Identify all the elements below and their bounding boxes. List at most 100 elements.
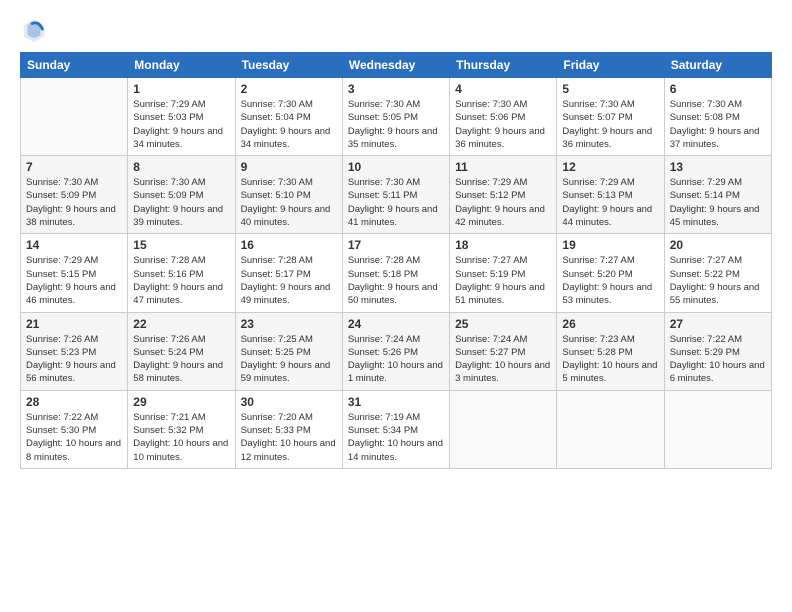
day-number: 17	[348, 238, 444, 252]
calendar-cell: 21 Sunrise: 7:26 AMSunset: 5:23 PMDaylig…	[21, 312, 128, 390]
calendar-cell: 2 Sunrise: 7:30 AMSunset: 5:04 PMDayligh…	[235, 78, 342, 156]
day-info: Sunrise: 7:27 AMSunset: 5:22 PMDaylight:…	[670, 254, 766, 307]
day-number: 11	[455, 160, 551, 174]
day-info: Sunrise: 7:22 AMSunset: 5:29 PMDaylight:…	[670, 333, 766, 386]
weekday-header-monday: Monday	[128, 53, 235, 78]
day-info: Sunrise: 7:19 AMSunset: 5:34 PMDaylight:…	[348, 411, 444, 464]
calendar-cell: 24 Sunrise: 7:24 AMSunset: 5:26 PMDaylig…	[342, 312, 449, 390]
day-info: Sunrise: 7:27 AMSunset: 5:20 PMDaylight:…	[562, 254, 658, 307]
day-number: 7	[26, 160, 122, 174]
calendar-cell: 23 Sunrise: 7:25 AMSunset: 5:25 PMDaylig…	[235, 312, 342, 390]
calendar-cell: 8 Sunrise: 7:30 AMSunset: 5:09 PMDayligh…	[128, 156, 235, 234]
day-info: Sunrise: 7:28 AMSunset: 5:16 PMDaylight:…	[133, 254, 229, 307]
day-number: 25	[455, 317, 551, 331]
day-info: Sunrise: 7:28 AMSunset: 5:17 PMDaylight:…	[241, 254, 337, 307]
week-row-3: 14 Sunrise: 7:29 AMSunset: 5:15 PMDaylig…	[21, 234, 772, 312]
weekday-header-friday: Friday	[557, 53, 664, 78]
day-info: Sunrise: 7:26 AMSunset: 5:23 PMDaylight:…	[26, 333, 122, 386]
day-number: 27	[670, 317, 766, 331]
day-number: 16	[241, 238, 337, 252]
day-number: 14	[26, 238, 122, 252]
calendar-cell: 18 Sunrise: 7:27 AMSunset: 5:19 PMDaylig…	[450, 234, 557, 312]
day-info: Sunrise: 7:25 AMSunset: 5:25 PMDaylight:…	[241, 333, 337, 386]
calendar-cell	[21, 78, 128, 156]
day-number: 5	[562, 82, 658, 96]
day-number: 3	[348, 82, 444, 96]
day-number: 28	[26, 395, 122, 409]
day-info: Sunrise: 7:20 AMSunset: 5:33 PMDaylight:…	[241, 411, 337, 464]
week-row-4: 21 Sunrise: 7:26 AMSunset: 5:23 PMDaylig…	[21, 312, 772, 390]
page-header	[20, 16, 772, 44]
day-number: 20	[670, 238, 766, 252]
calendar-cell: 26 Sunrise: 7:23 AMSunset: 5:28 PMDaylig…	[557, 312, 664, 390]
week-row-2: 7 Sunrise: 7:30 AMSunset: 5:09 PMDayligh…	[21, 156, 772, 234]
day-number: 9	[241, 160, 337, 174]
day-number: 23	[241, 317, 337, 331]
day-info: Sunrise: 7:30 AMSunset: 5:10 PMDaylight:…	[241, 176, 337, 229]
day-info: Sunrise: 7:29 AMSunset: 5:03 PMDaylight:…	[133, 98, 229, 151]
day-number: 18	[455, 238, 551, 252]
day-number: 13	[670, 160, 766, 174]
calendar-cell: 11 Sunrise: 7:29 AMSunset: 5:12 PMDaylig…	[450, 156, 557, 234]
calendar-cell: 22 Sunrise: 7:26 AMSunset: 5:24 PMDaylig…	[128, 312, 235, 390]
day-info: Sunrise: 7:30 AMSunset: 5:11 PMDaylight:…	[348, 176, 444, 229]
calendar-cell: 5 Sunrise: 7:30 AMSunset: 5:07 PMDayligh…	[557, 78, 664, 156]
calendar-cell: 1 Sunrise: 7:29 AMSunset: 5:03 PMDayligh…	[128, 78, 235, 156]
day-info: Sunrise: 7:24 AMSunset: 5:27 PMDaylight:…	[455, 333, 551, 386]
calendar-cell: 9 Sunrise: 7:30 AMSunset: 5:10 PMDayligh…	[235, 156, 342, 234]
calendar-cell: 19 Sunrise: 7:27 AMSunset: 5:20 PMDaylig…	[557, 234, 664, 312]
calendar-cell	[664, 390, 771, 468]
day-info: Sunrise: 7:30 AMSunset: 5:09 PMDaylight:…	[26, 176, 122, 229]
day-info: Sunrise: 7:27 AMSunset: 5:19 PMDaylight:…	[455, 254, 551, 307]
logo-icon	[20, 16, 48, 44]
calendar-cell: 27 Sunrise: 7:22 AMSunset: 5:29 PMDaylig…	[664, 312, 771, 390]
day-info: Sunrise: 7:30 AMSunset: 5:08 PMDaylight:…	[670, 98, 766, 151]
day-info: Sunrise: 7:23 AMSunset: 5:28 PMDaylight:…	[562, 333, 658, 386]
calendar-cell: 16 Sunrise: 7:28 AMSunset: 5:17 PMDaylig…	[235, 234, 342, 312]
day-info: Sunrise: 7:29 AMSunset: 5:13 PMDaylight:…	[562, 176, 658, 229]
calendar-cell: 10 Sunrise: 7:30 AMSunset: 5:11 PMDaylig…	[342, 156, 449, 234]
day-info: Sunrise: 7:26 AMSunset: 5:24 PMDaylight:…	[133, 333, 229, 386]
calendar-cell: 6 Sunrise: 7:30 AMSunset: 5:08 PMDayligh…	[664, 78, 771, 156]
day-number: 1	[133, 82, 229, 96]
day-info: Sunrise: 7:30 AMSunset: 5:05 PMDaylight:…	[348, 98, 444, 151]
day-number: 8	[133, 160, 229, 174]
day-info: Sunrise: 7:29 AMSunset: 5:12 PMDaylight:…	[455, 176, 551, 229]
day-info: Sunrise: 7:28 AMSunset: 5:18 PMDaylight:…	[348, 254, 444, 307]
day-info: Sunrise: 7:30 AMSunset: 5:09 PMDaylight:…	[133, 176, 229, 229]
day-number: 4	[455, 82, 551, 96]
weekday-header-row: SundayMondayTuesdayWednesdayThursdayFrid…	[21, 53, 772, 78]
calendar-cell: 20 Sunrise: 7:27 AMSunset: 5:22 PMDaylig…	[664, 234, 771, 312]
day-info: Sunrise: 7:22 AMSunset: 5:30 PMDaylight:…	[26, 411, 122, 464]
calendar-cell: 17 Sunrise: 7:28 AMSunset: 5:18 PMDaylig…	[342, 234, 449, 312]
day-number: 10	[348, 160, 444, 174]
calendar-cell: 25 Sunrise: 7:24 AMSunset: 5:27 PMDaylig…	[450, 312, 557, 390]
day-info: Sunrise: 7:29 AMSunset: 5:15 PMDaylight:…	[26, 254, 122, 307]
day-number: 22	[133, 317, 229, 331]
day-number: 6	[670, 82, 766, 96]
day-info: Sunrise: 7:30 AMSunset: 5:07 PMDaylight:…	[562, 98, 658, 151]
calendar-table: SundayMondayTuesdayWednesdayThursdayFrid…	[20, 52, 772, 469]
day-info: Sunrise: 7:29 AMSunset: 5:14 PMDaylight:…	[670, 176, 766, 229]
weekday-header-wednesday: Wednesday	[342, 53, 449, 78]
weekday-header-sunday: Sunday	[21, 53, 128, 78]
day-number: 19	[562, 238, 658, 252]
calendar-cell: 15 Sunrise: 7:28 AMSunset: 5:16 PMDaylig…	[128, 234, 235, 312]
calendar-cell	[557, 390, 664, 468]
day-info: Sunrise: 7:30 AMSunset: 5:06 PMDaylight:…	[455, 98, 551, 151]
calendar-cell	[450, 390, 557, 468]
calendar-cell: 13 Sunrise: 7:29 AMSunset: 5:14 PMDaylig…	[664, 156, 771, 234]
day-number: 31	[348, 395, 444, 409]
day-info: Sunrise: 7:21 AMSunset: 5:32 PMDaylight:…	[133, 411, 229, 464]
day-info: Sunrise: 7:24 AMSunset: 5:26 PMDaylight:…	[348, 333, 444, 386]
weekday-header-thursday: Thursday	[450, 53, 557, 78]
day-number: 26	[562, 317, 658, 331]
weekday-header-tuesday: Tuesday	[235, 53, 342, 78]
day-number: 24	[348, 317, 444, 331]
calendar-cell: 3 Sunrise: 7:30 AMSunset: 5:05 PMDayligh…	[342, 78, 449, 156]
calendar-cell: 12 Sunrise: 7:29 AMSunset: 5:13 PMDaylig…	[557, 156, 664, 234]
calendar-cell: 14 Sunrise: 7:29 AMSunset: 5:15 PMDaylig…	[21, 234, 128, 312]
logo	[20, 16, 52, 44]
calendar-cell: 29 Sunrise: 7:21 AMSunset: 5:32 PMDaylig…	[128, 390, 235, 468]
calendar-cell: 4 Sunrise: 7:30 AMSunset: 5:06 PMDayligh…	[450, 78, 557, 156]
